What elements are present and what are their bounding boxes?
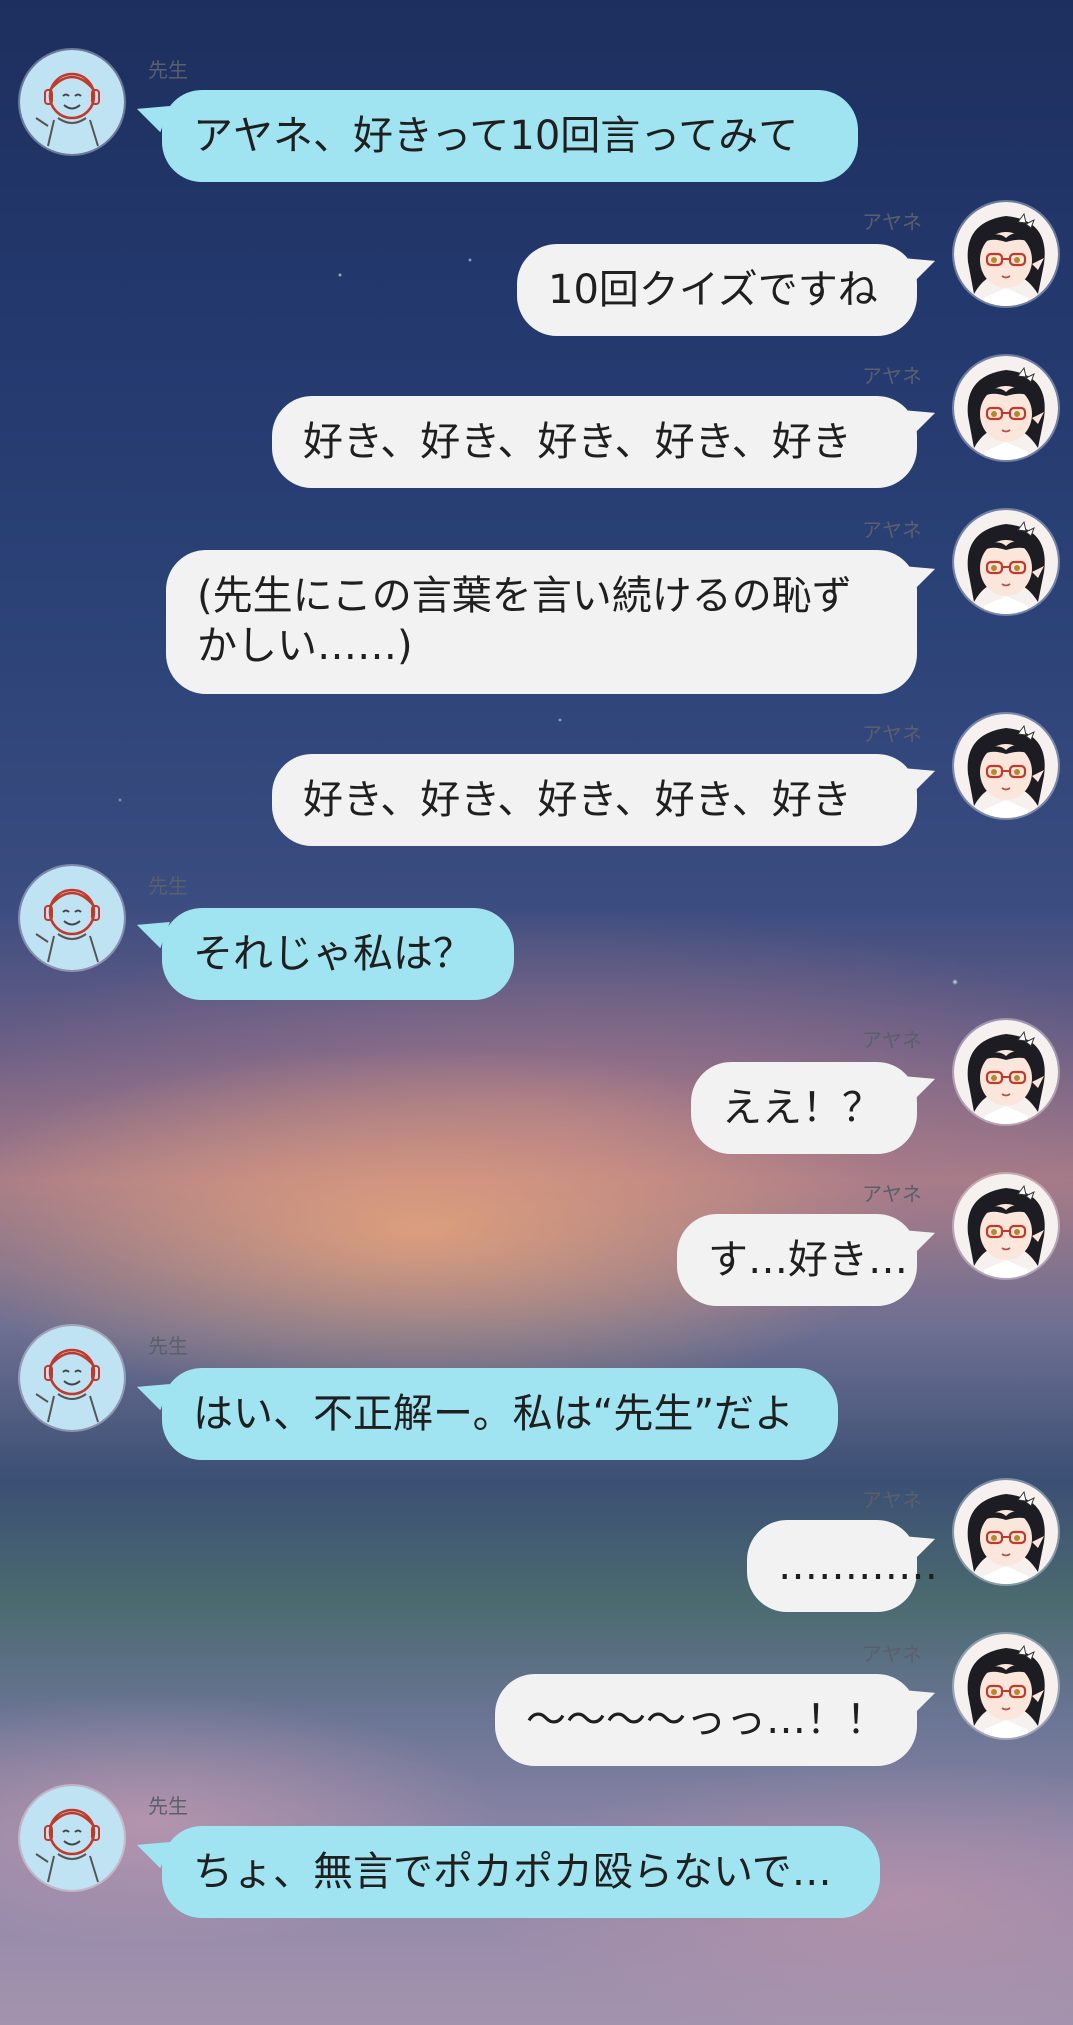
- message-bubble[interactable]: アヤネ、好きって10回言ってみて: [162, 90, 858, 182]
- message-bubble[interactable]: 好き、好き、好き、好き、好き: [272, 754, 917, 846]
- message-bubble[interactable]: 10回クイズですね: [517, 244, 917, 336]
- message-bubble[interactable]: ちょ、無言でポカポカ殴らないで…: [162, 1826, 880, 1918]
- message-bubble[interactable]: それじゃ私は？: [162, 908, 514, 1000]
- sensei-avatar-icon[interactable]: [20, 50, 124, 154]
- ayane-avatar-icon[interactable]: [954, 1174, 1058, 1278]
- ayane-avatar-icon[interactable]: [954, 1480, 1058, 1584]
- sender-name: アヤネ: [862, 518, 922, 542]
- sensei-avatar-icon[interactable]: [20, 1326, 124, 1430]
- message-bubble[interactable]: 〜〜〜〜っっ…！！: [495, 1674, 917, 1766]
- sender-name: アヤネ: [862, 1182, 922, 1206]
- message-bubble[interactable]: …………: [747, 1520, 938, 1612]
- sender-name: 先生: [148, 1794, 188, 1818]
- ayane-avatar-icon[interactable]: [954, 510, 1058, 614]
- sensei-avatar-icon[interactable]: [20, 866, 124, 970]
- ayane-avatar-icon[interactable]: [954, 1634, 1058, 1738]
- ayane-avatar-icon[interactable]: [954, 202, 1058, 306]
- ayane-avatar-icon[interactable]: [954, 356, 1058, 460]
- sender-name: アヤネ: [862, 364, 922, 388]
- sender-name: アヤネ: [862, 1488, 922, 1512]
- ayane-avatar-icon[interactable]: [954, 1020, 1058, 1124]
- message-bubble[interactable]: ええ！？: [691, 1062, 917, 1154]
- sensei-avatar-icon[interactable]: [20, 1786, 124, 1890]
- sender-name: アヤネ: [862, 210, 922, 234]
- sender-name: アヤネ: [862, 1028, 922, 1052]
- sender-name: 先生: [148, 1334, 188, 1358]
- sender-name: アヤネ: [862, 722, 922, 746]
- message-bubble[interactable]: 好き、好き、好き、好き、好き: [272, 396, 917, 488]
- message-bubble[interactable]: す…好き…: [677, 1214, 917, 1306]
- sender-name: 先生: [148, 58, 188, 82]
- sender-name: 先生: [148, 874, 188, 898]
- ayane-avatar-icon[interactable]: [954, 714, 1058, 818]
- message-bubble[interactable]: はい、不正解ー。私は“先生”だよ: [162, 1368, 838, 1460]
- sender-name: アヤネ: [862, 1642, 922, 1666]
- message-bubble[interactable]: (先生にこの言葉を言い続けるの恥ずかしい……): [166, 550, 917, 694]
